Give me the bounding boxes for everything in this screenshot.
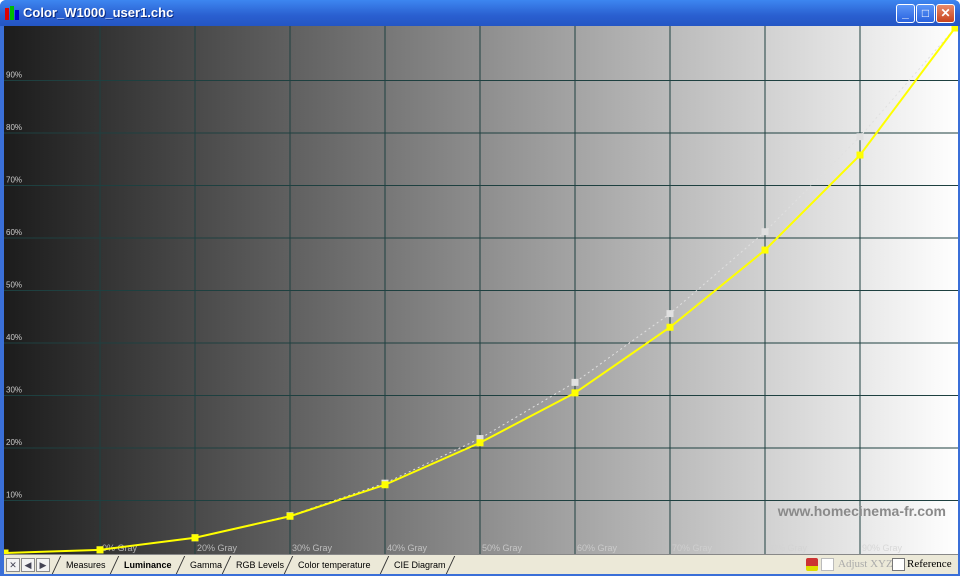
adjust-xyz-checkbox[interactable] bbox=[821, 558, 834, 571]
tab-separator bbox=[283, 556, 294, 574]
measured-point bbox=[951, 26, 958, 32]
adjust-xyz-label: Adjust XYZ bbox=[838, 558, 893, 570]
measured-point bbox=[381, 481, 389, 489]
x-tick-label: 20% Gray bbox=[197, 543, 238, 553]
x-tick-label: 80% Gray bbox=[767, 543, 808, 553]
measured-point bbox=[856, 151, 864, 159]
x-tick-label: 30% Gray bbox=[292, 543, 333, 553]
tab-separator bbox=[221, 556, 232, 574]
prev-tab-button[interactable]: ◀ bbox=[21, 558, 35, 572]
tab-color-temperature[interactable]: Color temperature bbox=[298, 556, 371, 574]
app-window: Color_W1000_user1.chc _ □ ✕ 0% Gray 20% G… bbox=[0, 0, 960, 576]
x-tick-label: 40% Gray bbox=[387, 543, 428, 553]
measured-point bbox=[191, 534, 199, 542]
x-tick-label: 70% Gray bbox=[672, 543, 713, 553]
x-tick-label: 60% Gray bbox=[577, 543, 618, 553]
measured-point bbox=[286, 512, 294, 520]
tab-cie-diagram[interactable]: CIE Diagram bbox=[394, 556, 446, 574]
tab-gamma[interactable]: Gamma bbox=[190, 556, 222, 574]
app-icon bbox=[5, 6, 19, 20]
tab-bar: ✕ ◀ ▶ Measures Luminance Gamma RGB Levels Co… bbox=[4, 554, 958, 574]
y-tick-label: 50% bbox=[6, 281, 22, 290]
maximize-button[interactable]: □ bbox=[916, 4, 935, 23]
luminance-chart: 0% Gray 20% Gray 30% Gray 40% Gray 50% Gray 6… bbox=[4, 26, 958, 554]
y-tick-label: 30% bbox=[6, 386, 22, 395]
next-tab-button[interactable]: ▶ bbox=[36, 558, 50, 572]
reference-point bbox=[856, 133, 864, 141]
watermark: www.homecinema-fr.com bbox=[777, 503, 946, 519]
window-title: Color_W1000_user1.chc bbox=[23, 5, 174, 20]
tab-luminance[interactable]: Luminance bbox=[124, 556, 172, 574]
measured-point bbox=[571, 389, 579, 397]
measured-point bbox=[96, 546, 104, 554]
tab-separator bbox=[379, 556, 390, 574]
y-tick-label: 70% bbox=[6, 176, 22, 185]
reference-point bbox=[571, 378, 579, 386]
minimize-button[interactable]: _ bbox=[896, 4, 915, 23]
close-tab-button[interactable]: ✕ bbox=[6, 558, 20, 572]
adjust-icon[interactable] bbox=[806, 558, 818, 571]
y-tick-label: 60% bbox=[6, 228, 22, 237]
tab-separator bbox=[175, 556, 186, 574]
reference-checkbox[interactable] bbox=[892, 558, 905, 571]
y-tick-label: 20% bbox=[6, 438, 22, 447]
reference-label: Reference bbox=[907, 558, 952, 570]
y-tick-label: 90% bbox=[6, 71, 22, 80]
tab-measures[interactable]: Measures bbox=[66, 556, 106, 574]
x-tick-label: 90% Gray bbox=[862, 543, 903, 553]
y-tick-label: 80% bbox=[6, 123, 22, 132]
measured-point bbox=[476, 439, 484, 447]
reference-point bbox=[761, 228, 769, 236]
tab-separator bbox=[51, 556, 62, 574]
tab-separator bbox=[109, 556, 120, 574]
measured-point bbox=[666, 323, 674, 331]
tab-separator bbox=[445, 556, 456, 574]
reference-point bbox=[666, 310, 674, 318]
y-tick-label: 10% bbox=[6, 491, 22, 500]
tab-rgb-levels[interactable]: RGB Levels bbox=[236, 556, 284, 574]
x-tick-label: 50% Gray bbox=[482, 543, 523, 553]
close-button[interactable]: ✕ bbox=[936, 4, 955, 23]
y-tick-label: 40% bbox=[6, 333, 22, 342]
measured-point bbox=[761, 246, 769, 254]
title-bar: Color_W1000_user1.chc _ □ ✕ bbox=[0, 0, 960, 26]
